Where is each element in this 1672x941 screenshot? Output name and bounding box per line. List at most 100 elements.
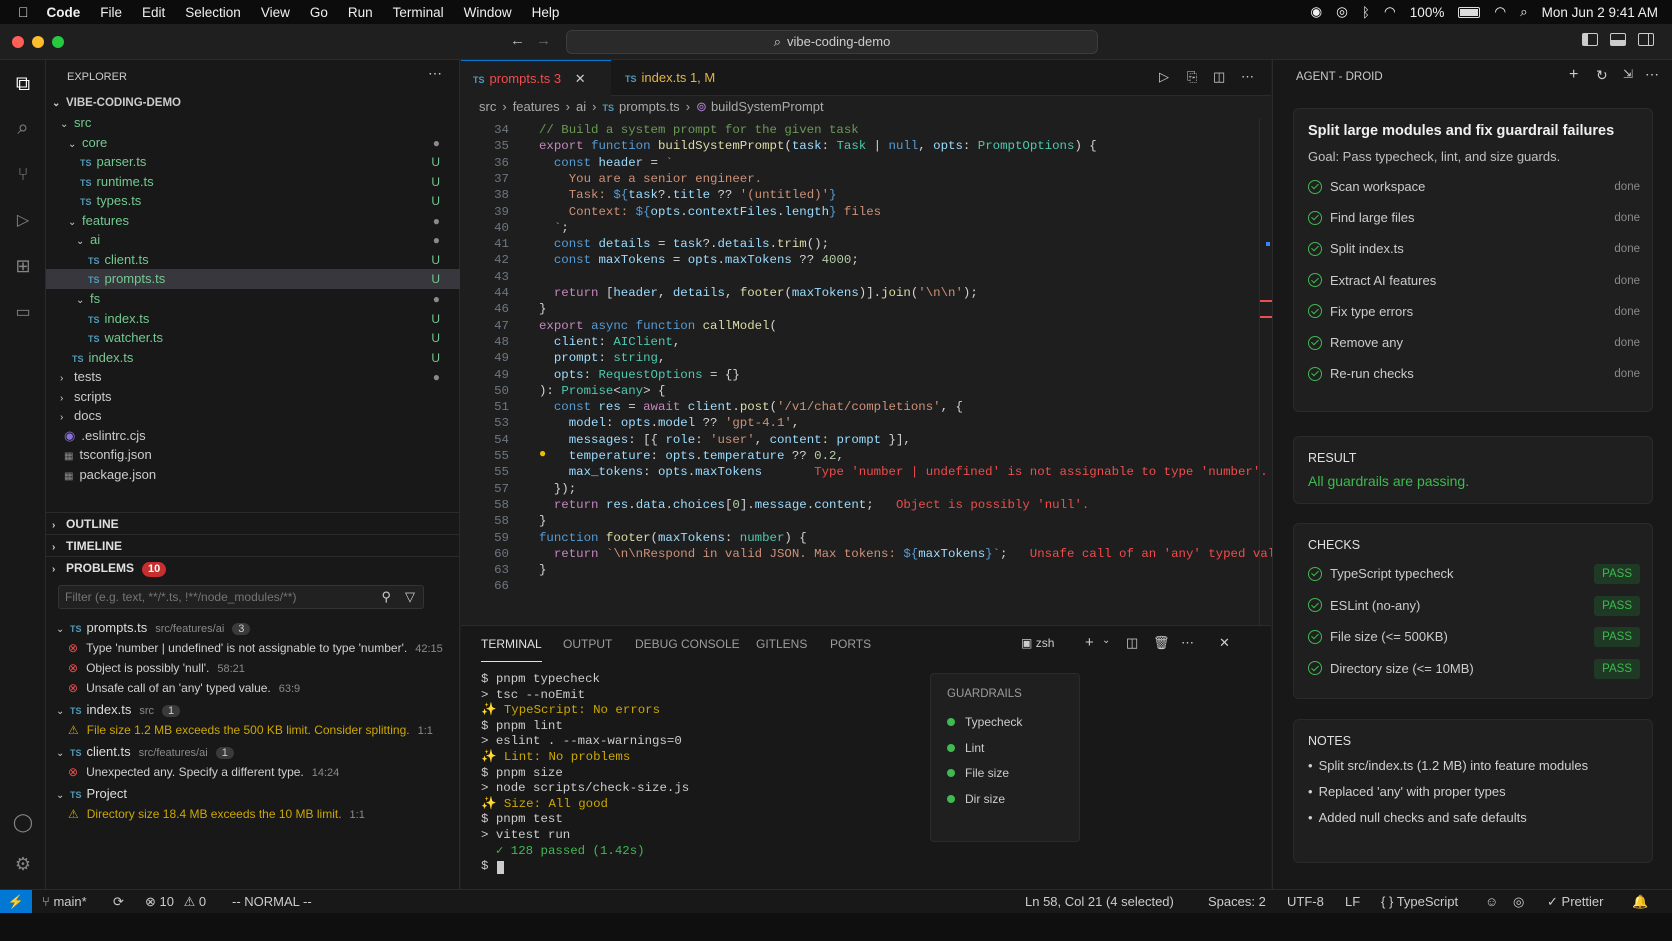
- problem-group[interactable]: ⌄ TS index.ts src 1: [46, 700, 460, 720]
- extensions-icon[interactable]: ⊞: [11, 254, 35, 278]
- language-mode[interactable]: { } TypeScript: [1381, 890, 1458, 914]
- record-icon[interactable]: ◉: [1310, 4, 1322, 20]
- file-tsconfig-json[interactable]: ▦ tsconfig.json: [46, 445, 460, 465]
- folder-scripts[interactable]: › scripts: [46, 387, 460, 407]
- breadcrumb-item[interactable]: src: [479, 99, 496, 114]
- run-debug-icon[interactable]: ▷: [11, 208, 35, 232]
- notifications-bell-icon[interactable]: 🔔: [1632, 890, 1648, 914]
- vim-mode[interactable]: -- NORMAL --: [232, 890, 312, 914]
- menu-help[interactable]: Help: [532, 5, 560, 20]
- breadcrumb-item[interactable]: features: [513, 99, 560, 114]
- menu-go[interactable]: Go: [310, 5, 328, 20]
- add-terminal-icon[interactable]: +: [1085, 634, 1094, 651]
- problem-group[interactable]: ⌄ TS Project: [46, 784, 460, 804]
- apple-icon[interactable]: : [18, 4, 29, 20]
- panel-tab-debug-console[interactable]: DEBUG CONSOLE: [635, 626, 740, 662]
- menu-run[interactable]: Run: [348, 5, 373, 20]
- agent-more-icon[interactable]: ⋯: [1645, 66, 1659, 83]
- minimize-window-button[interactable]: [32, 36, 44, 48]
- breadcrumb-item[interactable]: buildSystemPrompt: [711, 99, 824, 114]
- code-editor[interactable]: ● 34// Build a system prompt for the giv…: [461, 118, 1297, 625]
- panel-more-icon[interactable]: ⋯: [1181, 635, 1194, 651]
- file-index-ts[interactable]: TS index.ts U: [46, 348, 460, 368]
- chevron-down-icon[interactable]: ⌄: [1102, 635, 1110, 646]
- new-chat-icon[interactable]: +: [1569, 66, 1578, 84]
- problem-item[interactable]: ⊗ Unexpected any. Specify a different typ…: [46, 762, 460, 782]
- panel-tab-output[interactable]: OUTPUT: [563, 626, 612, 662]
- file-parser-ts[interactable]: TS parser.ts U: [46, 152, 460, 172]
- filter-icon[interactable]: ⚲: [381, 589, 391, 605]
- settings-gear-icon[interactable]: ⚙: [11, 852, 35, 876]
- filter-options-icon[interactable]: ▽: [405, 589, 415, 605]
- folder-docs[interactable]: › docs: [46, 406, 460, 426]
- app-menu[interactable]: Code: [47, 5, 81, 20]
- problem-item[interactable]: ⊗ Object is possibly 'null'. 58:21: [46, 658, 460, 678]
- focus-icon[interactable]: ◎: [1336, 4, 1348, 20]
- terminal-output[interactable]: $ pnpm typecheck > tsc --noEmit ✨ TypeScri…: [481, 672, 911, 875]
- close-tab-icon[interactable]: ✕: [575, 71, 586, 86]
- sync-icon[interactable]: ⟳: [113, 890, 124, 914]
- folder-features[interactable]: ⌄ features ●: [46, 211, 460, 231]
- file--eslintrc-cjs[interactable]: ◉ .eslintrc.cjs: [46, 426, 460, 446]
- folder-src[interactable]: ⌄ src: [46, 113, 460, 133]
- indentation[interactable]: Spaces: 2: [1208, 890, 1266, 914]
- file-prompts-ts[interactable]: TS prompts.ts U: [46, 269, 460, 290]
- menu-terminal[interactable]: Terminal: [393, 5, 444, 20]
- menu-selection[interactable]: Selection: [185, 5, 241, 20]
- file-watcher-ts[interactable]: TS watcher.ts U: [46, 328, 460, 348]
- breadcrumb-item[interactable]: prompts.ts: [619, 99, 680, 114]
- problems-section[interactable]: › PROBLEMS 10: [46, 556, 460, 578]
- file-client-ts[interactable]: TS client.ts U: [46, 250, 460, 270]
- menu-edit[interactable]: Edit: [142, 5, 165, 20]
- history-icon[interactable]: ↻: [1596, 67, 1608, 84]
- back-arrow-icon[interactable]: ←: [510, 32, 525, 49]
- remote-indicator[interactable]: ⚡: [0, 890, 32, 913]
- file-runtime-ts[interactable]: TS runtime.ts U: [46, 172, 460, 192]
- split-terminal-icon[interactable]: ◫: [1126, 635, 1138, 651]
- search-activity-icon[interactable]: ⌕: [11, 116, 35, 140]
- problems-status[interactable]: ⊗ 10 ⚠ 0: [145, 890, 206, 914]
- outline-section[interactable]: › OUTLINE: [46, 512, 460, 534]
- folder-core[interactable]: ⌄ core ●: [46, 133, 460, 153]
- problem-group[interactable]: ⌄ TS client.ts src/features/ai 1: [46, 742, 460, 762]
- kill-terminal-icon[interactable]: 🗑: [1153, 635, 1170, 651]
- wifi-status-icon[interactable]: ◠: [1384, 4, 1396, 20]
- problem-item[interactable]: ⊗ Type 'number | undefined' is not assign…: [46, 638, 460, 658]
- formatter-status[interactable]: ✓ Prettier: [1547, 890, 1603, 914]
- toggle-secondary-sidebar-icon[interactable]: [1638, 33, 1654, 46]
- copilot-icon[interactable]: ☺: [1485, 890, 1498, 914]
- toggle-panel-icon[interactable]: [1610, 33, 1626, 46]
- folder-ai[interactable]: ⌄ ai ●: [46, 230, 460, 250]
- zoom-window-button[interactable]: [52, 36, 64, 48]
- close-window-button[interactable]: [12, 36, 24, 48]
- battery-icon[interactable]: [1458, 6, 1481, 18]
- folder-tests[interactable]: › tests ●: [46, 367, 460, 387]
- feedback-icon[interactable]: ◎: [1513, 890, 1524, 914]
- close-panel-icon[interactable]: ✕: [1219, 635, 1230, 651]
- spotlight-icon[interactable]: ⌕: [1520, 4, 1528, 20]
- problem-item[interactable]: ⚠ Directory size 18.4 MB exceeds the 10 M…: [46, 804, 460, 824]
- source-control-icon[interactable]: ⑂: [11, 162, 35, 186]
- folder-fs[interactable]: ⌄ fs ●: [46, 289, 460, 309]
- problem-item[interactable]: ⚠ File size 1.2 MB exceeds the 500 KB lim…: [46, 720, 460, 740]
- menu-view[interactable]: View: [261, 5, 290, 20]
- branch-status[interactable]: ⑂ main*: [42, 890, 87, 914]
- panel-tab-gitlens[interactable]: GITLENS: [756, 626, 807, 662]
- command-center-search[interactable]: ⌕ vibe-coding-demo: [566, 30, 1098, 54]
- file-package-json[interactable]: ▦ package.json: [46, 465, 460, 485]
- tab-index-ts[interactable]: TS index.ts 1, M: [613, 60, 727, 96]
- editor-more-icon[interactable]: ⋯: [1241, 69, 1254, 85]
- cursor-position[interactable]: Ln 58, Col 21 (4 selected): [1025, 890, 1174, 914]
- file-types-ts[interactable]: TS types.ts U: [46, 191, 460, 211]
- wifi-icon[interactable]: ◠: [1494, 4, 1506, 20]
- clock[interactable]: Mon Jun 2 9:41 AM: [1542, 5, 1658, 20]
- account-icon[interactable]: ◯: [11, 810, 35, 834]
- remote-explorer-icon[interactable]: ▭: [11, 300, 35, 324]
- workspace-root[interactable]: ⌄ VIBE-CODING-DEMO: [46, 93, 460, 113]
- panel-tab-ports[interactable]: PORTS: [830, 626, 871, 662]
- open-changes-icon[interactable]: ⎘: [1187, 69, 1197, 85]
- problem-item[interactable]: ⊗ Unsafe call of an 'any' typed value. 63:…: [46, 678, 460, 698]
- panel-tab-terminal[interactable]: TERMINAL: [481, 626, 542, 662]
- forward-arrow-icon[interactable]: →: [536, 32, 551, 49]
- line-endings[interactable]: LF: [1345, 890, 1360, 914]
